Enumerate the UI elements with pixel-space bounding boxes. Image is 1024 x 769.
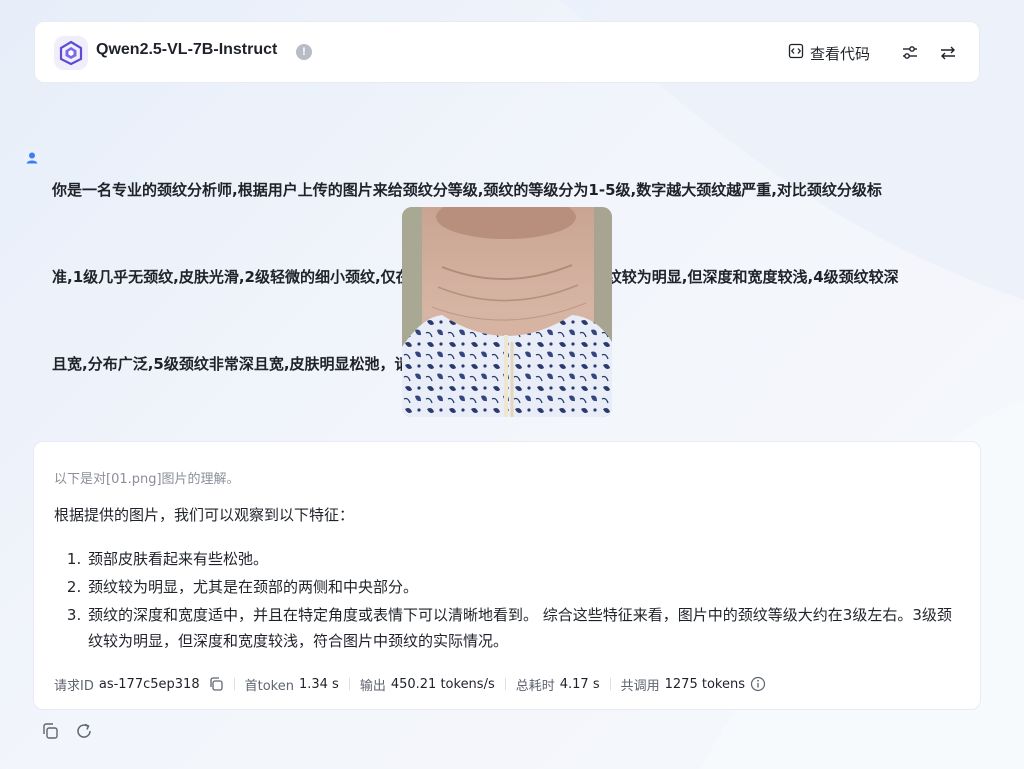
answer-note: 以下是对[01.png]图片的理解。 xyxy=(54,472,240,487)
total-time-label: 总耗时 xyxy=(515,678,555,694)
output-label: 输出 xyxy=(359,678,386,694)
answer-list: 颈部皮肤看起来有些松弛。 颈纹较为明显，尤其是在颈部的两侧和中央部分。 颈纹的深… xyxy=(70,546,966,656)
list-item: 颈纹的深度和宽度适中，并且在特定角度或表情下可以清晰地看到。 综合这些特征来看，… xyxy=(86,602,966,654)
divider xyxy=(609,678,611,690)
first-token-value: 1.34 s xyxy=(298,676,339,692)
metrics-bar: 请求ID as-177c5ep318 首token 1.34 s 输出 450.… xyxy=(54,674,766,694)
divider xyxy=(348,678,350,690)
divider xyxy=(504,678,506,690)
swap-icon[interactable] xyxy=(937,42,959,64)
request-id-value: as-177c5ep318 xyxy=(98,676,200,692)
user-avatar-icon xyxy=(22,148,42,168)
code-icon xyxy=(788,43,804,63)
list-item: 颈部皮肤看起来有些松弛。 xyxy=(86,546,966,572)
output-value: 450.21 tokens/s xyxy=(390,676,495,692)
message-actions xyxy=(41,722,93,740)
header-bar: Qwen2.5-VL-7B-Instruct ! 查看代码 xyxy=(34,21,980,83)
first-token-label: 首token xyxy=(244,678,294,694)
usage-label: 共调用 xyxy=(620,678,660,694)
answer-intro: 根据提供的图片，我们可以观察到以下特征： xyxy=(54,506,355,524)
settings-sliders-icon[interactable] xyxy=(899,42,921,64)
info-icon[interactable]: ! xyxy=(296,44,312,60)
copy-icon[interactable] xyxy=(208,676,224,692)
user-message-line: 你是一名专业的颈纹分析师,根据用户上传的图片来给颈纹分等级,颈纹的等级分为1-5… xyxy=(52,181,882,199)
regenerate-icon[interactable] xyxy=(75,722,93,740)
view-code-label: 查看代码 xyxy=(810,44,871,63)
qwen-logo-icon xyxy=(54,36,88,70)
view-code-button[interactable]: 查看代码 xyxy=(788,42,870,64)
request-id-label: 请求ID xyxy=(54,678,94,694)
usage-value: 1275 tokens xyxy=(664,676,745,692)
list-item: 颈纹较为明显，尤其是在颈部的两侧和中央部分。 xyxy=(86,574,966,600)
model-title: Qwen2.5-VL-7B-Instruct xyxy=(96,41,278,58)
total-time-value: 4.17 s xyxy=(559,676,600,692)
uploaded-neck-photo[interactable] xyxy=(402,207,612,417)
copy-message-icon[interactable] xyxy=(41,722,59,740)
usage-info-icon[interactable] xyxy=(750,676,766,692)
divider xyxy=(233,678,235,690)
answer-card: 以下是对[01.png]图片的理解。 根据提供的图片，我们可以观察到以下特征： … xyxy=(33,441,981,710)
